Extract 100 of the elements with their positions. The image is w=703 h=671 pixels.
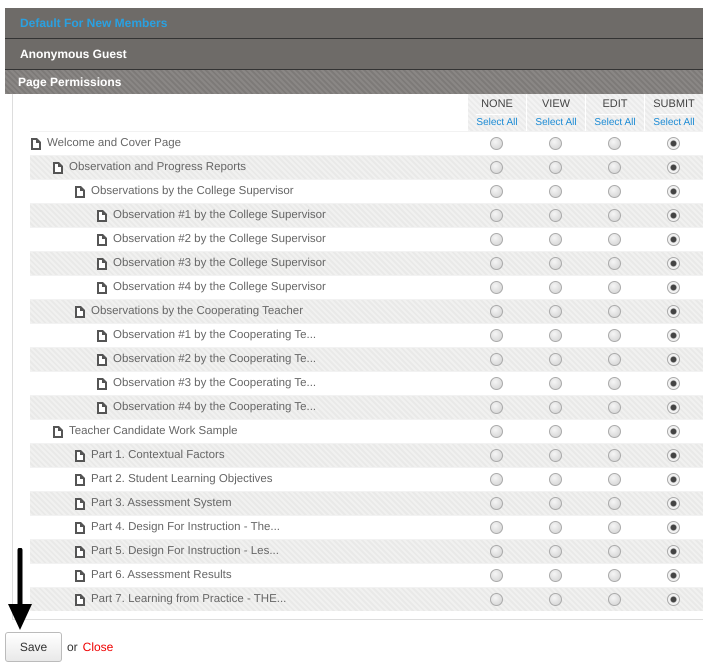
permission-radio[interactable] xyxy=(490,401,503,414)
permission-radio[interactable] xyxy=(608,161,621,174)
page-icon xyxy=(97,210,107,222)
permission-radio[interactable] xyxy=(549,233,562,246)
permission-radio[interactable] xyxy=(608,257,621,270)
permission-radio[interactable] xyxy=(667,401,680,414)
close-link[interactable]: Close xyxy=(82,638,114,656)
permission-radio[interactable] xyxy=(490,497,503,510)
page-icon xyxy=(75,546,85,558)
permission-radio[interactable] xyxy=(667,569,680,582)
permission-radio[interactable] xyxy=(667,185,680,198)
permission-radio[interactable] xyxy=(549,521,562,534)
permission-radio[interactable] xyxy=(490,161,503,174)
permission-radio[interactable] xyxy=(490,593,503,606)
permission-radio[interactable] xyxy=(667,305,680,318)
permission-radio[interactable] xyxy=(549,377,562,390)
permission-radio[interactable] xyxy=(667,497,680,510)
permission-radio[interactable] xyxy=(667,329,680,342)
permission-radio[interactable] xyxy=(667,425,680,438)
permission-radio[interactable] xyxy=(549,257,562,270)
permission-radio[interactable] xyxy=(608,281,621,294)
column-label: VIEW xyxy=(542,97,570,112)
permission-radio[interactable] xyxy=(667,209,680,222)
permission-radio[interactable] xyxy=(549,401,562,414)
permission-radio[interactable] xyxy=(549,353,562,366)
permission-radio[interactable] xyxy=(490,209,503,222)
permission-radio[interactable] xyxy=(549,185,562,198)
permission-radio[interactable] xyxy=(490,233,503,246)
permission-radio[interactable] xyxy=(608,449,621,462)
permission-radio[interactable] xyxy=(667,593,680,606)
select-all-link[interactable]: Select All xyxy=(653,114,695,130)
permission-radio[interactable] xyxy=(490,545,503,558)
permission-radio[interactable] xyxy=(549,473,562,486)
permission-radio[interactable] xyxy=(549,569,562,582)
permission-radio[interactable] xyxy=(608,329,621,342)
panel-title: Page Permissions xyxy=(18,74,122,91)
permission-radio[interactable] xyxy=(608,137,621,150)
permission-radio[interactable] xyxy=(608,569,621,582)
permission-radio[interactable] xyxy=(490,569,503,582)
permission-radio[interactable] xyxy=(549,281,562,294)
page-icon xyxy=(75,450,85,462)
permission-radio[interactable] xyxy=(549,305,562,318)
permission-radio[interactable] xyxy=(490,449,503,462)
permission-radio[interactable] xyxy=(549,137,562,150)
permission-radio[interactable] xyxy=(549,161,562,174)
permission-radio[interactable] xyxy=(608,209,621,222)
permission-radio[interactable] xyxy=(608,305,621,318)
permission-radio[interactable] xyxy=(490,305,503,318)
permission-radio[interactable] xyxy=(667,545,680,558)
permission-radio[interactable] xyxy=(608,473,621,486)
permission-radio[interactable] xyxy=(667,473,680,486)
permission-radio[interactable] xyxy=(667,257,680,270)
permission-radio[interactable] xyxy=(490,257,503,270)
group-link[interactable]: Default For New Members xyxy=(20,14,168,32)
permission-radio[interactable] xyxy=(549,593,562,606)
permission-radio[interactable] xyxy=(608,425,621,438)
permission-radio[interactable] xyxy=(667,521,680,534)
permission-radio[interactable] xyxy=(608,233,621,246)
permission-radio[interactable] xyxy=(608,377,621,390)
permission-radio[interactable] xyxy=(490,473,503,486)
column-label: EDIT xyxy=(602,97,628,112)
permission-radio[interactable] xyxy=(490,353,503,366)
or-text: or xyxy=(67,639,78,656)
page-title: Observation #1 by the College Supervisor xyxy=(113,208,326,223)
permission-radio[interactable] xyxy=(608,545,621,558)
permission-radio[interactable] xyxy=(549,449,562,462)
select-all-link[interactable]: Select All xyxy=(476,114,518,130)
permission-radio[interactable] xyxy=(608,185,621,198)
permission-radio[interactable] xyxy=(608,521,621,534)
permission-radio[interactable] xyxy=(667,377,680,390)
permission-radio[interactable] xyxy=(549,209,562,222)
page-title: Observations by the College Supervisor xyxy=(91,184,294,199)
permission-radio[interactable] xyxy=(667,449,680,462)
permission-radio[interactable] xyxy=(490,377,503,390)
page-icon xyxy=(31,138,41,150)
permission-radio[interactable] xyxy=(608,497,621,510)
permission-radio[interactable] xyxy=(490,137,503,150)
permission-radio[interactable] xyxy=(490,281,503,294)
permission-radio[interactable] xyxy=(667,137,680,150)
permission-radio[interactable] xyxy=(490,521,503,534)
page-icon xyxy=(75,186,85,198)
permission-radio[interactable] xyxy=(549,545,562,558)
permission-radio[interactable] xyxy=(490,185,503,198)
permission-radio[interactable] xyxy=(549,329,562,342)
select-all-link[interactable]: Select All xyxy=(594,114,636,130)
permission-radio[interactable] xyxy=(608,353,621,366)
permission-radio[interactable] xyxy=(549,425,562,438)
save-button[interactable]: Save xyxy=(5,632,62,662)
permission-radio[interactable] xyxy=(667,161,680,174)
permission-radio[interactable] xyxy=(608,593,621,606)
permission-radio[interactable] xyxy=(667,281,680,294)
page-title: Part 4. Design For Instruction - The... xyxy=(91,520,280,535)
permission-radio[interactable] xyxy=(667,233,680,246)
permission-radio[interactable] xyxy=(490,425,503,438)
permission-radio[interactable] xyxy=(667,353,680,366)
page-icon xyxy=(75,570,85,582)
permission-radio[interactable] xyxy=(549,497,562,510)
permission-radio[interactable] xyxy=(608,401,621,414)
select-all-link[interactable]: Select All xyxy=(535,114,577,130)
permission-radio[interactable] xyxy=(490,329,503,342)
